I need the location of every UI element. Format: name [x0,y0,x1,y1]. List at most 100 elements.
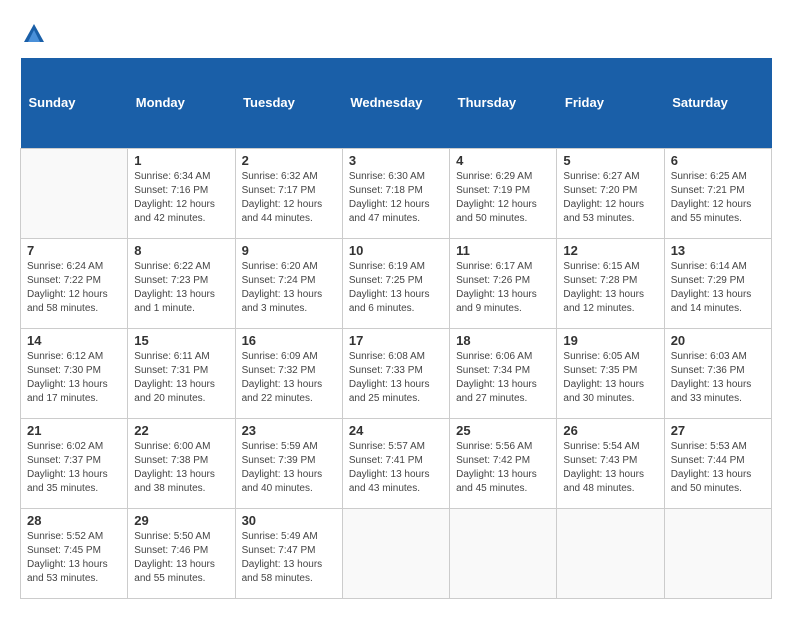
day-cell: 16 Sunrise: 6:09 AM Sunset: 7:32 PM Dayli… [235,328,342,418]
day-number: 28 [27,513,121,528]
day-info: Sunrise: 6:03 AM Sunset: 7:36 PM Dayligh… [671,350,765,406]
day-cell: 2 Sunrise: 6:32 AM Sunset: 7:17 PM Daylig… [235,148,342,238]
day-info: Sunrise: 5:53 AM Sunset: 7:44 PM Dayligh… [671,440,765,496]
day-info: Sunrise: 5:50 AM Sunset: 7:46 PM Dayligh… [134,530,228,586]
page-header [20,20,772,48]
day-cell: 19Sunrise: 6:05 AM Sunset: 7:35 PM Dayli… [557,328,664,418]
weekday-header-monday: Monday [128,58,235,148]
day-cell: 20Sunrise: 6:03 AM Sunset: 7:36 PM Dayli… [664,328,771,418]
weekday-header-tuesday: Tuesday [235,58,342,148]
day-number: 13 [671,243,765,258]
day-number: 14 [27,333,121,348]
weekday-header-friday: Friday [557,58,664,148]
day-number: 16 [242,333,336,348]
day-info: Sunrise: 5:56 AM Sunset: 7:42 PM Dayligh… [456,440,550,496]
day-cell: 14 Sunrise: 6:12 AM Sunset: 7:30 PM Dayli… [21,328,128,418]
week-row-2: 7 Sunrise: 6:24 AM Sunset: 7:22 PM Daylig… [21,238,772,328]
day-info: Sunrise: 6:14 AM Sunset: 7:29 PM Dayligh… [671,260,765,316]
day-cell: 10 Sunrise: 6:19 AM Sunset: 7:25 PM Dayli… [342,238,449,328]
day-info: Sunrise: 6:17 AM Sunset: 7:26 PM Dayligh… [456,260,550,316]
day-cell: 28 Sunrise: 5:52 AM Sunset: 7:45 PM Dayli… [21,508,128,598]
day-cell: 6 Sunrise: 6:25 AM Sunset: 7:21 PM Daylig… [664,148,771,238]
day-cell: 11Sunrise: 6:17 AM Sunset: 7:26 PM Dayli… [450,238,557,328]
day-number: 12 [563,243,657,258]
day-number: 29 [134,513,228,528]
day-cell: 15 Sunrise: 6:11 AM Sunset: 7:31 PM Dayli… [128,328,235,418]
day-number: 8 [134,243,228,258]
weekday-header-thursday: Thursday [450,58,557,148]
day-cell: 8 Sunrise: 6:22 AM Sunset: 7:23 PM Daylig… [128,238,235,328]
day-cell: 17 Sunrise: 6:08 AM Sunset: 7:33 PM Dayli… [342,328,449,418]
day-info: Sunrise: 6:09 AM Sunset: 7:32 PM Dayligh… [242,350,336,406]
day-cell: 18Sunrise: 6:06 AM Sunset: 7:34 PM Dayli… [450,328,557,418]
day-info: Sunrise: 6:32 AM Sunset: 7:17 PM Dayligh… [242,170,336,226]
day-number: 10 [349,243,443,258]
day-number: 27 [671,423,765,438]
calendar-table: SundayMondayTuesdayWednesdayThursdayFrid… [20,58,772,599]
day-number: 18 [456,333,550,348]
day-info: Sunrise: 6:19 AM Sunset: 7:25 PM Dayligh… [349,260,443,316]
day-number: 5 [563,153,657,168]
day-cell: 4 Sunrise: 6:29 AM Sunset: 7:19 PM Daylig… [450,148,557,238]
week-row-3: 14 Sunrise: 6:12 AM Sunset: 7:30 PM Dayli… [21,328,772,418]
day-info: Sunrise: 5:52 AM Sunset: 7:45 PM Dayligh… [27,530,121,586]
day-cell [21,148,128,238]
day-cell: 12Sunrise: 6:15 AM Sunset: 7:28 PM Dayli… [557,238,664,328]
day-info: Sunrise: 5:59 AM Sunset: 7:39 PM Dayligh… [242,440,336,496]
day-cell: 30Sunrise: 5:49 AM Sunset: 7:47 PM Dayli… [235,508,342,598]
logo [20,20,52,48]
day-cell: 9 Sunrise: 6:20 AM Sunset: 7:24 PM Daylig… [235,238,342,328]
day-number: 2 [242,153,336,168]
day-info: Sunrise: 6:24 AM Sunset: 7:22 PM Dayligh… [27,260,121,316]
calendar-header: SundayMondayTuesdayWednesdayThursdayFrid… [21,58,772,148]
week-row-5: 28 Sunrise: 5:52 AM Sunset: 7:45 PM Dayli… [21,508,772,598]
day-number: 9 [242,243,336,258]
day-cell [664,508,771,598]
day-info: Sunrise: 6:05 AM Sunset: 7:35 PM Dayligh… [563,350,657,406]
weekday-header-saturday: Saturday [664,58,771,148]
day-cell: 26 Sunrise: 5:54 AM Sunset: 7:43 PM Dayli… [557,418,664,508]
day-cell: 5 Sunrise: 6:27 AM Sunset: 7:20 PM Daylig… [557,148,664,238]
day-cell: 25 Sunrise: 5:56 AM Sunset: 7:42 PM Dayli… [450,418,557,508]
day-cell: 13 Sunrise: 6:14 AM Sunset: 7:29 PM Dayli… [664,238,771,328]
day-cell: 3 Sunrise: 6:30 AM Sunset: 7:18 PM Daylig… [342,148,449,238]
day-cell: 1 Sunrise: 6:34 AM Sunset: 7:16 PM Daylig… [128,148,235,238]
day-info: Sunrise: 6:29 AM Sunset: 7:19 PM Dayligh… [456,170,550,226]
day-number: 3 [349,153,443,168]
day-info: Sunrise: 6:20 AM Sunset: 7:24 PM Dayligh… [242,260,336,316]
day-info: Sunrise: 6:11 AM Sunset: 7:31 PM Dayligh… [134,350,228,406]
week-row-4: 21Sunrise: 6:02 AM Sunset: 7:37 PM Dayli… [21,418,772,508]
weekday-header-wednesday: Wednesday [342,58,449,148]
day-number: 7 [27,243,121,258]
day-info: Sunrise: 6:25 AM Sunset: 7:21 PM Dayligh… [671,170,765,226]
day-number: 25 [456,423,550,438]
day-number: 6 [671,153,765,168]
day-info: Sunrise: 6:08 AM Sunset: 7:33 PM Dayligh… [349,350,443,406]
day-number: 4 [456,153,550,168]
day-number: 1 [134,153,228,168]
day-cell [557,508,664,598]
day-number: 26 [563,423,657,438]
day-info: Sunrise: 5:49 AM Sunset: 7:47 PM Dayligh… [242,530,336,586]
week-row-1: 1 Sunrise: 6:34 AM Sunset: 7:16 PM Daylig… [21,148,772,238]
day-number: 22 [134,423,228,438]
day-number: 23 [242,423,336,438]
day-number: 17 [349,333,443,348]
day-cell: 24 Sunrise: 5:57 AM Sunset: 7:41 PM Dayli… [342,418,449,508]
day-info: Sunrise: 6:12 AM Sunset: 7:30 PM Dayligh… [27,350,121,406]
day-number: 24 [349,423,443,438]
day-info: Sunrise: 6:00 AM Sunset: 7:38 PM Dayligh… [134,440,228,496]
day-cell: 27 Sunrise: 5:53 AM Sunset: 7:44 PM Dayli… [664,418,771,508]
day-info: Sunrise: 6:30 AM Sunset: 7:18 PM Dayligh… [349,170,443,226]
day-number: 15 [134,333,228,348]
day-info: Sunrise: 5:54 AM Sunset: 7:43 PM Dayligh… [563,440,657,496]
day-cell: 29 Sunrise: 5:50 AM Sunset: 7:46 PM Dayli… [128,508,235,598]
day-info: Sunrise: 6:34 AM Sunset: 7:16 PM Dayligh… [134,170,228,226]
day-info: Sunrise: 5:57 AM Sunset: 7:41 PM Dayligh… [349,440,443,496]
day-info: Sunrise: 6:22 AM Sunset: 7:23 PM Dayligh… [134,260,228,316]
weekday-header-row: SundayMondayTuesdayWednesdayThursdayFrid… [21,58,772,148]
day-info: Sunrise: 6:27 AM Sunset: 7:20 PM Dayligh… [563,170,657,226]
day-cell: 23 Sunrise: 5:59 AM Sunset: 7:39 PM Dayli… [235,418,342,508]
day-cell: 7 Sunrise: 6:24 AM Sunset: 7:22 PM Daylig… [21,238,128,328]
day-cell: 22 Sunrise: 6:00 AM Sunset: 7:38 PM Dayli… [128,418,235,508]
